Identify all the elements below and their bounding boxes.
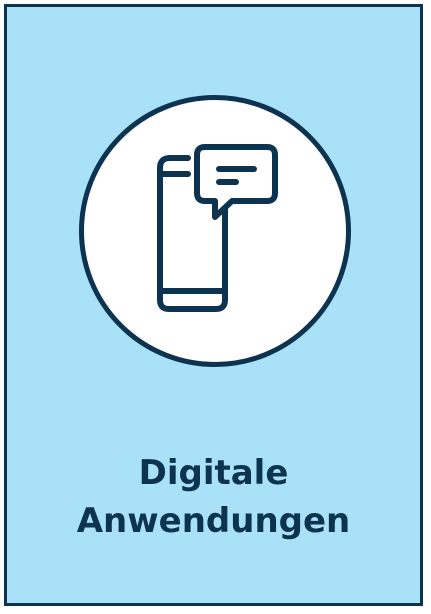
tile-title: Digitale Anwendungen	[7, 449, 420, 545]
tile-title-line1: Digitale	[138, 453, 289, 493]
mobile-chat-icon	[157, 144, 278, 312]
digital-applications-tile[interactable]: Digitale Anwendungen	[4, 4, 423, 606]
tile-title-line2: Anwendungen	[76, 501, 351, 541]
icon-circle	[79, 95, 351, 367]
